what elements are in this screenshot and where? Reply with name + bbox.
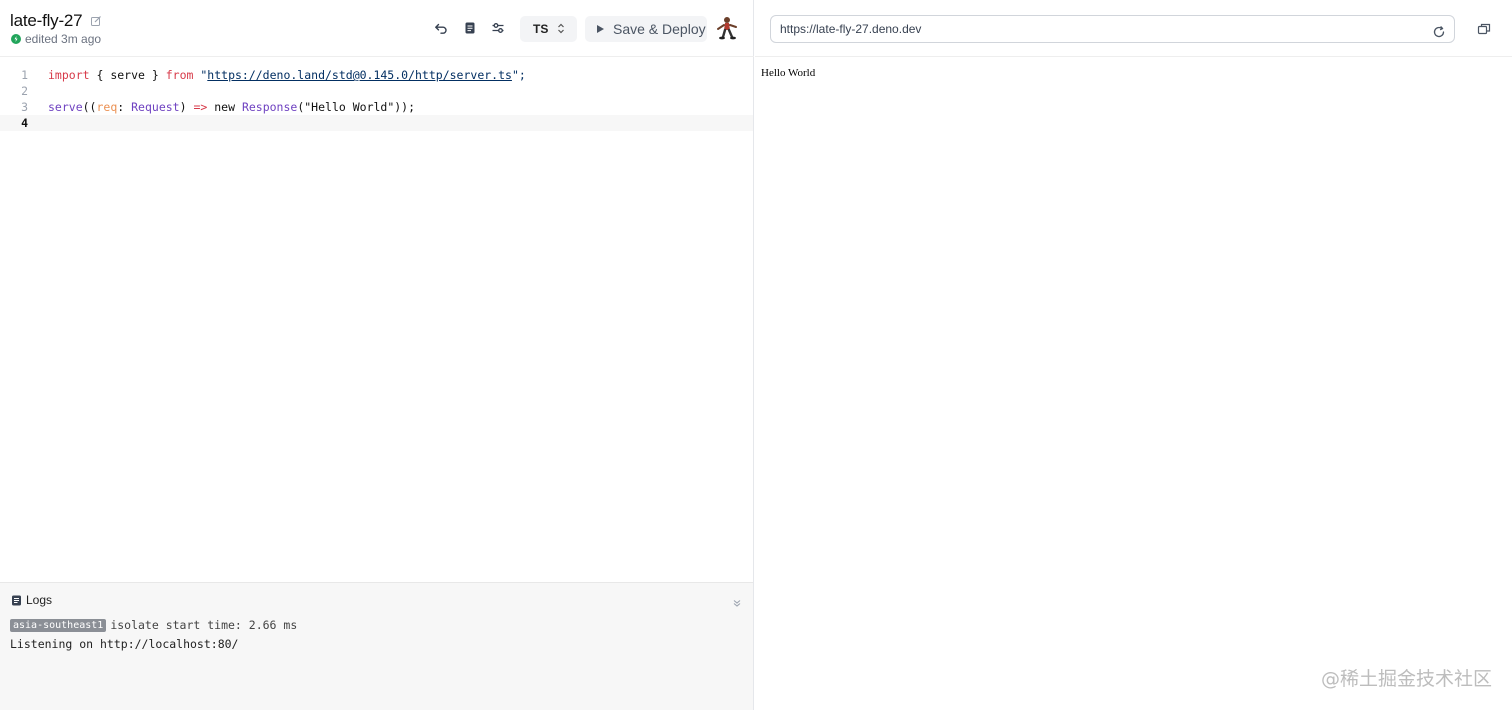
log-entry: Listening on http://localhost:80/ <box>10 637 238 651</box>
undo-button[interactable] <box>431 18 451 38</box>
type-request: Request <box>131 100 180 114</box>
keyword-from: from <box>165 68 194 82</box>
sliders-icon <box>492 23 504 33</box>
preview-url: https://late-fly-27.deno.dev <box>780 22 922 36</box>
project-title[interactable]: late-fly-27 <box>10 11 83 31</box>
logs-title: Logs <box>26 593 53 607</box>
save-deploy-button[interactable]: Save & Deploy <box>585 16 707 42</box>
format-button[interactable] <box>460 18 480 38</box>
edit-name-icon[interactable] <box>90 14 102 26</box>
collapse-chevron-icon[interactable] <box>732 595 744 607</box>
keyword-import: import <box>48 68 90 82</box>
preview-url-bar[interactable]: https://late-fly-27.deno.dev <box>770 15 1455 43</box>
play-icon <box>597 25 604 33</box>
logs-panel: Logs asia-southeast1 isolate start time: … <box>0 582 753 710</box>
colon: : <box>117 100 132 114</box>
paren-open: (( <box>82 100 97 114</box>
reload-icon[interactable] <box>1432 22 1446 38</box>
line-number: 2 <box>21 84 28 98</box>
settings-button[interactable] <box>488 18 508 38</box>
line-number: 1 <box>21 68 28 82</box>
code-line-active: 4 <box>0 115 753 131</box>
import-brace-open: { <box>89 68 111 82</box>
param-req: req <box>96 100 118 114</box>
code-line: 2 <box>0 83 753 99</box>
chevron-updown-icon <box>558 23 564 34</box>
keyword-new: new <box>207 100 242 114</box>
code-text: serve((req: Request) => new Response("He… <box>48 99 415 115</box>
language-value: TS <box>533 22 549 36</box>
line-number: 3 <box>21 100 28 114</box>
language-select[interactable]: TS <box>520 16 577 42</box>
status-text: edited 3m ago <box>25 32 102 46</box>
region-badge: asia-southeast1 <box>10 619 107 632</box>
code-line: 3 serve((req: Request) => new Response("… <box>0 99 753 115</box>
import-brace-close: } <box>144 68 166 82</box>
save-deploy-label: Save & Deploy <box>613 21 706 37</box>
log-entry: asia-southeast1 isolate start time: 2.66 … <box>10 618 297 632</box>
code-line: 1 import { serve } from "https://deno.la… <box>0 67 753 83</box>
watermark: @稀土掘金技术社区 <box>1320 668 1492 690</box>
ctor-response: Response <box>241 100 298 114</box>
import-name: serve <box>110 68 145 82</box>
preview-output: Hello World <box>761 67 816 79</box>
log-message: isolate start time: 2.66 ms <box>110 618 298 632</box>
status-success-icon <box>11 34 21 44</box>
editor-pane: late-fly-27 edited 3m ago TS Save & Depl… <box>0 0 754 710</box>
quote-close: "; <box>511 68 526 82</box>
user-avatar[interactable] <box>714 15 740 41</box>
line-number: 4 <box>21 116 28 130</box>
preview-toolbar: https://late-fly-27.deno.dev <box>755 0 1512 57</box>
arrow: => <box>193 100 208 114</box>
deploy-status: edited 3m ago <box>11 32 101 46</box>
arrow-pre: ) <box>179 100 194 114</box>
code-text: import { serve } from "https://deno.land… <box>48 67 526 83</box>
editor-toolbar: late-fly-27 edited 3m ago TS Save & Depl… <box>0 0 754 57</box>
open-new-window-icon[interactable] <box>1477 22 1491 36</box>
response-arg: ("Hello World")); <box>297 100 416 114</box>
logs-header[interactable]: Logs <box>11 593 52 607</box>
quote-open: " <box>193 68 208 82</box>
log-message: Listening on http://localhost:80/ <box>10 637 239 651</box>
import-url-link[interactable]: https://deno.land/std@0.145.0/http/serve… <box>207 68 512 82</box>
undo-icon <box>435 23 447 34</box>
document-icon <box>465 22 475 34</box>
preview-pane: https://late-fly-27.deno.dev Hello World… <box>755 0 1512 710</box>
logs-icon <box>12 595 21 605</box>
code-editor[interactable]: 1 import { serve } from "https://deno.la… <box>0 57 753 582</box>
call-serve: serve <box>48 100 83 114</box>
